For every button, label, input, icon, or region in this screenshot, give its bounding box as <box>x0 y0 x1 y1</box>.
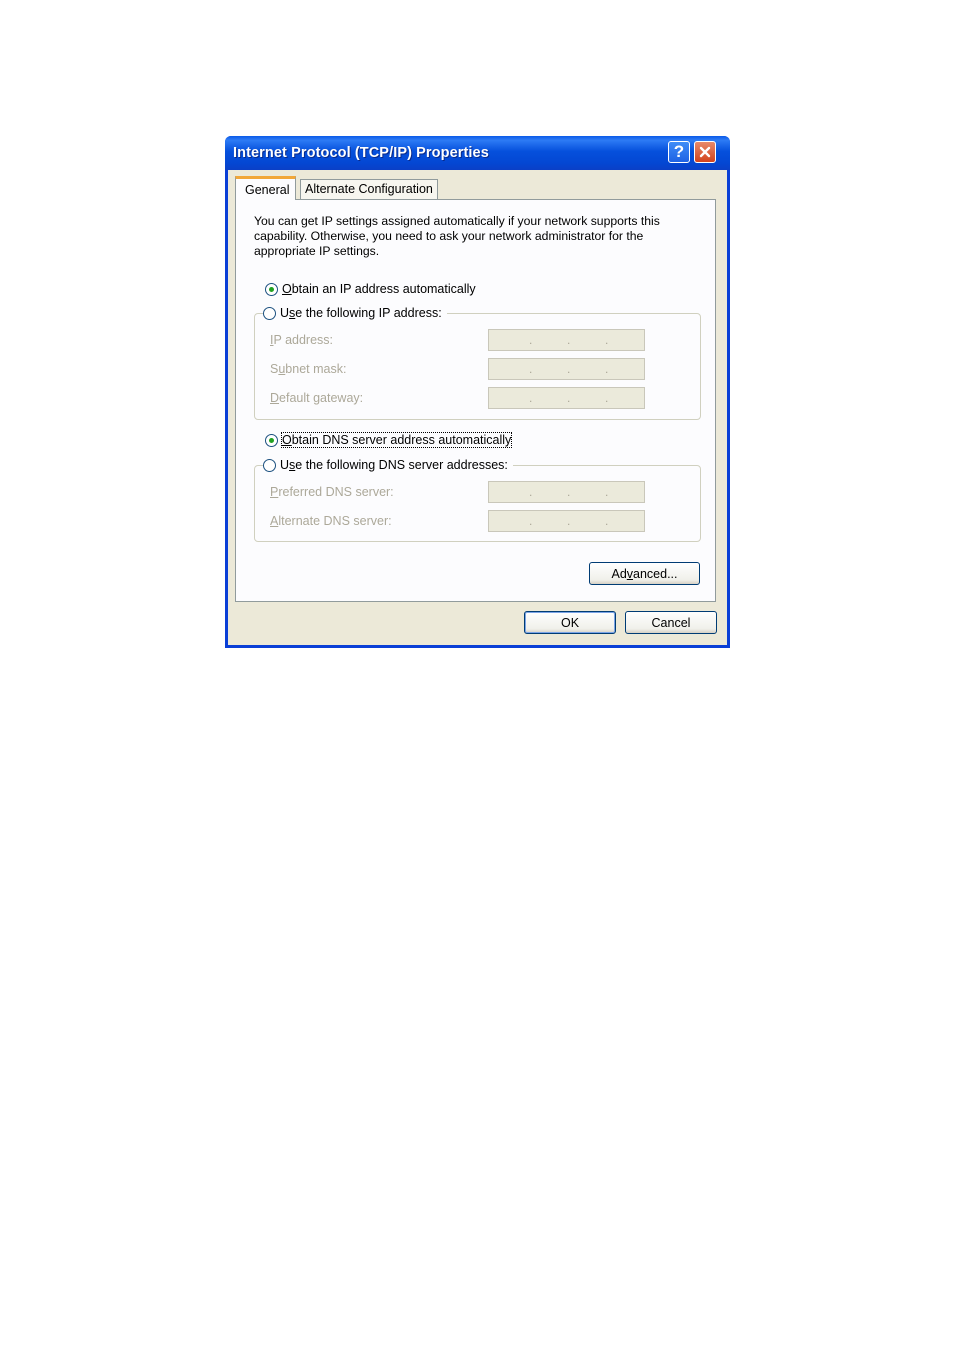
obtain-dns-auto-label: Obtain DNS server address automatically <box>280 432 513 448</box>
intro-text: You can get IP settings assigned automat… <box>254 214 660 258</box>
help-icon: ? <box>673 142 685 161</box>
ip-address-label: IP address: <box>270 333 334 347</box>
use-following-ip-label: Use the following IP address: <box>280 306 442 320</box>
dialog-body: General Alternate Configuration You can … <box>228 170 727 645</box>
obtain-ip-auto-radio[interactable]: Obtain an IP address automatically <box>265 282 481 296</box>
alternate-dns-input[interactable]: ... <box>488 510 645 532</box>
alternate-dns-label: Alternate DNS server: <box>270 514 392 528</box>
general-tab-panel: You can get IP settings assigned automat… <box>235 199 716 602</box>
radio-checked-icon <box>265 433 278 447</box>
radio-unchecked-icon <box>263 306 276 320</box>
advanced-button-label: Advanced... <box>611 566 678 581</box>
close-icon <box>699 146 711 158</box>
advanced-button[interactable]: Advanced... <box>589 562 700 585</box>
ok-button[interactable]: OK <box>524 611 616 634</box>
cancel-button[interactable]: Cancel <box>625 611 717 634</box>
preferred-dns-input[interactable]: ... <box>488 481 645 503</box>
subnet-mask-label: Subnet mask: <box>270 362 347 376</box>
tcpip-properties-dialog: Internet Protocol (TCP/IP) Properties ? … <box>225 136 730 648</box>
subnet-mask-input[interactable]: ... <box>488 358 645 380</box>
radio-checked-icon <box>265 282 278 296</box>
close-button[interactable] <box>694 141 716 163</box>
preferred-dns-label: Preferred DNS server: <box>270 485 394 499</box>
dialog-title: Internet Protocol (TCP/IP) Properties <box>233 145 489 161</box>
ip-address-input[interactable]: ... <box>488 329 645 351</box>
default-gateway-label: Default gateway: <box>270 391 364 405</box>
use-following-dns-radio[interactable]: Use the following DNS server addresses: <box>263 458 513 472</box>
title-bar[interactable]: Internet Protocol (TCP/IP) Properties ? <box>225 136 730 170</box>
tab-general[interactable]: General <box>235 176 297 200</box>
default-gateway-input[interactable]: ... <box>488 387 645 409</box>
use-following-dns-label: Use the following DNS server addresses: <box>280 458 508 472</box>
tab-alternate-configuration[interactable]: Alternate Configuration <box>300 179 438 199</box>
obtain-ip-auto-label: Obtain an IP address automatically <box>282 282 476 296</box>
help-button[interactable]: ? <box>668 141 690 163</box>
radio-unchecked-icon <box>263 458 276 472</box>
obtain-dns-auto-radio[interactable]: Obtain DNS server address automatically <box>265 432 517 448</box>
use-following-ip-radio[interactable]: Use the following IP address: <box>263 306 447 320</box>
